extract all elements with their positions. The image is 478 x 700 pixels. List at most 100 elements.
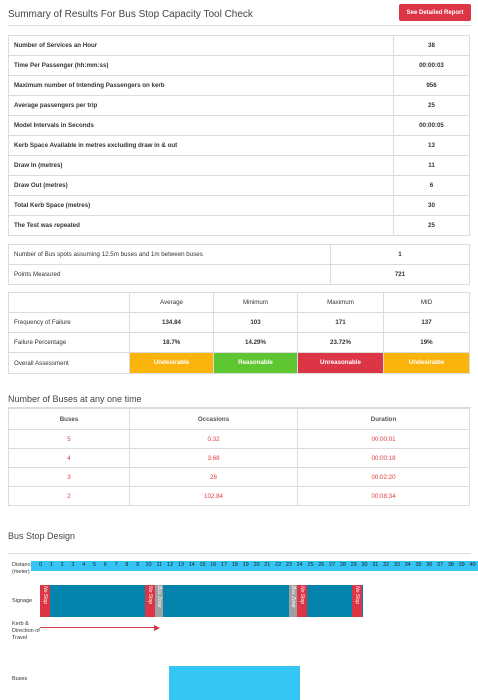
summary-label: Kerb Space Available in metres excluding… xyxy=(8,135,394,156)
buses-label: Buses xyxy=(12,676,28,682)
distance-tick: 36 xyxy=(426,562,433,568)
summary-row: The Test was repeated 25 xyxy=(8,215,470,236)
buses-table: Buses Occasions Duration 5 0.32 00:00:01 4 3.6… xyxy=(8,408,470,506)
buses-cell: 4 xyxy=(8,448,130,468)
summary-row: Number of Services an Hour 38 xyxy=(8,35,470,56)
bus-zone-sign: Bus Zone xyxy=(289,585,297,617)
distance-tick: 32 xyxy=(383,562,390,568)
summary-row: Total Kerb Space (metres) 30 xyxy=(8,195,470,216)
summary-label: Maximum number of Intending Passengers o… xyxy=(8,75,394,96)
distance-tick: 19 xyxy=(242,562,249,568)
summary-row: Model Intervals in Seconds 00:00:05 xyxy=(8,115,470,136)
divider xyxy=(8,553,471,554)
summary-label: Time Per Passenger (hh:mm:ss) xyxy=(8,55,394,76)
summary-row: Draw In (metres) 11 xyxy=(8,155,470,176)
summary-row: Average passengers per trip 25 xyxy=(8,95,470,116)
failure-value: 171 xyxy=(297,312,384,333)
distance-tick: 5 xyxy=(92,562,97,568)
summary-value: 11 xyxy=(393,155,470,176)
distance-tick: 7 xyxy=(114,562,118,568)
distance-tick: 40 xyxy=(469,562,476,568)
failure-value: 134.84 xyxy=(129,312,214,333)
buses-cell: 00:08:34 xyxy=(297,486,470,506)
distance-tick: 4 xyxy=(82,562,86,568)
distance-tick: 8 xyxy=(125,562,129,568)
distance-tick: 9 xyxy=(136,562,140,568)
summary-row: Draw Out (metres) 6 xyxy=(8,175,470,196)
failure-header: MID xyxy=(383,292,470,313)
distance-tick: 31 xyxy=(372,562,379,568)
summary-value: 6 xyxy=(393,175,470,196)
failure-header: Average xyxy=(129,292,214,313)
buses-cell: 00:02:20 xyxy=(297,467,470,487)
distance-tick: 26 xyxy=(318,562,325,568)
summary-label: Number of Services an Hour xyxy=(8,35,394,56)
distance-tick: 0 xyxy=(38,562,43,568)
failure-value: 23.72% xyxy=(297,332,384,353)
assessment-cell: Reasonable xyxy=(213,352,298,374)
summary-label: Average passengers per trip xyxy=(8,95,394,116)
distance-tick: 39 xyxy=(458,562,465,568)
see-detailed-report-button[interactable]: See Detailed Report xyxy=(399,4,471,21)
no-stop-sign: No Stop xyxy=(352,585,362,617)
assessment-badge: Undesirable xyxy=(384,353,469,373)
buses-cell: 5 xyxy=(8,429,130,449)
buses-cell: 00:00:18 xyxy=(297,448,470,468)
buses-cell: 3.68 xyxy=(129,448,298,468)
failure-value: 14.29% xyxy=(213,332,298,353)
distance-tick: 25 xyxy=(307,562,314,568)
spots-value: 1 xyxy=(330,244,470,265)
distance-tick: 29 xyxy=(350,562,357,568)
summary-value: 956 xyxy=(393,75,470,96)
signage-label: Signage xyxy=(12,598,33,604)
distance-tick: 13 xyxy=(177,562,184,568)
distance-tick: 6 xyxy=(103,562,107,568)
summary-value: 30 xyxy=(393,195,470,216)
page-title: Summary of Results For Bus Stop Capacity… xyxy=(8,9,253,20)
summary-value: 00:00:05 xyxy=(393,115,470,136)
table-row: 2 102.84 00:08:34 xyxy=(8,486,470,506)
no-stop-sign: No Stop xyxy=(145,585,155,617)
table-row: 5 0.32 00:00:01 xyxy=(8,429,470,449)
distance-tick: 34 xyxy=(404,562,411,568)
spots-value: 721 xyxy=(330,264,470,285)
summary-label: The Test was repeated xyxy=(8,215,394,236)
distance-tick: 3 xyxy=(71,562,75,568)
summary-label: Model Intervals in Seconds xyxy=(8,115,394,136)
buses-section-title: Number of Buses at any one time xyxy=(8,394,142,404)
failure-header: Maximum xyxy=(297,292,384,313)
assessment-cell: Undesirable xyxy=(129,352,214,374)
distance-tick: 24 xyxy=(296,562,303,568)
signage-bar xyxy=(40,585,363,617)
summary-value: 38 xyxy=(393,35,470,56)
failure-header xyxy=(8,292,130,313)
summary-row: Maximum number of Intending Passengers o… xyxy=(8,75,470,96)
failure-value: 103 xyxy=(213,312,298,333)
buses-header: Buses xyxy=(8,408,130,430)
failure-row: Frequency of Failure 134.84 103 171 137 xyxy=(8,312,470,333)
distance-tick: 37 xyxy=(437,562,444,568)
failure-row-label: Frequency of Failure xyxy=(8,312,130,333)
buses-cell: 0.32 xyxy=(129,429,298,449)
buses-cell: 102.84 xyxy=(129,486,298,506)
no-stop-sign: No Stop xyxy=(40,585,50,617)
table-row: 3 28 00:02:20 xyxy=(8,467,470,487)
bus-block xyxy=(169,666,300,700)
distance-tick: 30 xyxy=(361,562,368,568)
distance-tick: 27 xyxy=(329,562,336,568)
arrow-head-icon xyxy=(154,624,160,631)
assessment-label: Overall Assessment xyxy=(8,352,130,374)
failure-value: 19% xyxy=(383,332,470,353)
assessment-row: Overall Assessment Undesirable Reasonable U… xyxy=(8,352,470,374)
failure-row: Failure Percentage 18.7% 14.29% 23.72% 19% xyxy=(8,332,470,353)
summary-value: 00:00:03 xyxy=(393,55,470,76)
failure-value: 18.7% xyxy=(129,332,214,353)
bus-spots-table: Number of Bus spots assuming 12.5m buses… xyxy=(8,244,470,285)
distance-tick: 20 xyxy=(253,562,260,568)
distance-tick: 35 xyxy=(415,562,422,568)
failure-header: Minimum xyxy=(213,292,298,313)
buses-cell: 2 xyxy=(8,486,130,506)
distance-tick: 12 xyxy=(167,562,174,568)
summary-value: 25 xyxy=(393,215,470,236)
summary-value: 25 xyxy=(393,95,470,116)
